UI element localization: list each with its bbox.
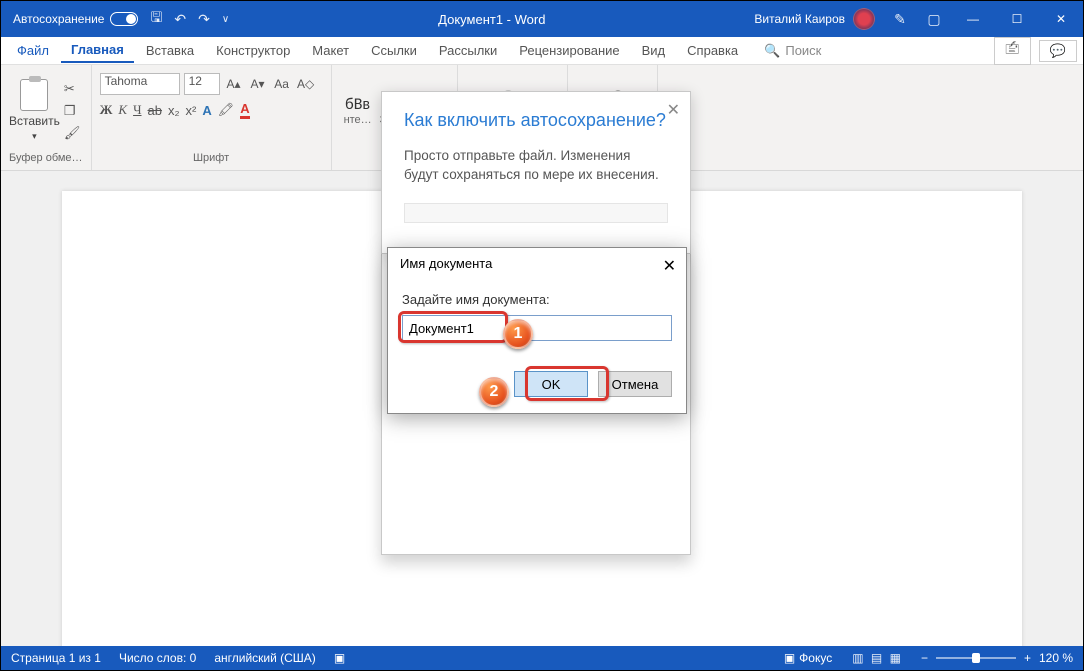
tab-references[interactable]: Ссылки xyxy=(361,39,427,62)
underline-button[interactable]: Ч xyxy=(133,102,141,118)
save-icon[interactable]: 🖫 xyxy=(150,7,162,31)
dialog-label: Задайте имя документа: xyxy=(402,292,672,307)
tab-mailings[interactable]: Рассылки xyxy=(429,39,507,62)
focus-icon: ▣ xyxy=(784,651,795,665)
subscript-button[interactable]: x₂ xyxy=(168,103,180,118)
bold-button[interactable]: Ж xyxy=(100,102,113,118)
callout-title: Как включить автосохранение? xyxy=(404,110,668,131)
status-page[interactable]: Страница 1 из 1 xyxy=(11,651,101,665)
window-controls: ― ☐ ✕ xyxy=(951,1,1083,37)
redo-icon[interactable]: ↷ xyxy=(198,11,210,28)
highlight-icon[interactable]: 🖍 xyxy=(218,102,235,118)
tab-design[interactable]: Конструктор xyxy=(206,39,300,62)
clipboard-icon xyxy=(20,79,48,111)
callout-body: Просто отправьте файл. Изменения будут с… xyxy=(404,147,668,185)
print-layout-icon[interactable]: ▤ xyxy=(871,651,882,665)
read-mode-icon[interactable]: ▥ xyxy=(852,651,863,665)
focus-mode[interactable]: ▣ Фокус xyxy=(784,651,832,665)
maximize-button[interactable]: ☐ xyxy=(995,1,1039,37)
font-name-combo[interactable]: Tahoma xyxy=(100,73,180,95)
status-words[interactable]: Число слов: 0 xyxy=(119,651,196,665)
status-language[interactable]: английский (США) xyxy=(214,651,315,665)
document-name-dialog: Имя документа ✕ Задайте имя документа: O… xyxy=(387,247,687,414)
font-color-icon[interactable]: A xyxy=(240,101,249,119)
zoom-control[interactable]: − + 120 % xyxy=(921,651,1073,665)
annotation-badge-1: 1 xyxy=(503,319,533,349)
paste-label: Вставить xyxy=(9,114,60,128)
paste-button[interactable]: Вставить ▾ xyxy=(9,79,60,142)
group-font: Tahoma 12 A▴ A▾ Aa A◇ Ж К Ч ab x₂ x² A 🖍… xyxy=(92,65,332,170)
superscript-button[interactable]: x² xyxy=(186,103,197,118)
clear-format-icon[interactable]: A◇ xyxy=(296,73,316,95)
chevron-down-icon: ▾ xyxy=(32,131,37,142)
status-bar: Страница 1 из 1 Число слов: 0 английский… xyxy=(1,646,1083,670)
change-case-icon[interactable]: Aa xyxy=(272,73,292,95)
user-name: Виталий Каиров xyxy=(754,12,845,26)
strike-button[interactable]: ab xyxy=(148,103,162,118)
web-layout-icon[interactable]: ▦ xyxy=(890,651,901,665)
close-button[interactable]: ✕ xyxy=(1039,1,1083,37)
zoom-value[interactable]: 120 % xyxy=(1039,651,1073,665)
copy-icon[interactable]: ❐ xyxy=(64,103,81,119)
macro-record-icon[interactable]: ▣ xyxy=(334,651,345,665)
cancel-button[interactable]: Отмена xyxy=(598,371,672,397)
search-icon: 🔍 xyxy=(764,43,780,59)
undo-icon[interactable]: ↶ xyxy=(174,11,186,28)
title-bar: Автосохранение 🖫 ↶ ↷ ∨ Документ1 - Word … xyxy=(1,1,1083,37)
zoom-slider[interactable] xyxy=(936,657,1016,659)
view-switcher: ▥ ▤ ▦ xyxy=(850,651,903,665)
document-title: Документ1 - Word xyxy=(229,12,754,27)
tab-layout[interactable]: Макет xyxy=(302,39,359,62)
user-area[interactable]: Виталий Каиров xyxy=(754,8,883,30)
autosave-toggle-icon[interactable] xyxy=(110,12,138,26)
search-box[interactable]: 🔍 Поиск xyxy=(764,43,821,59)
font-group-label: Шрифт xyxy=(100,152,323,168)
group-clipboard: Вставить ▾ ✂ ❐ 🖌 Буфер обме… xyxy=(1,65,92,170)
tab-insert[interactable]: Вставка xyxy=(136,39,204,62)
ribbon-tabs: Файл Главная Вставка Конструктор Макет С… xyxy=(1,37,1083,65)
comments-button[interactable]: 💬 xyxy=(1039,40,1077,62)
autosave-label: Автосохранение xyxy=(13,12,104,26)
style-normal[interactable]: бВв нте… xyxy=(340,93,376,128)
grow-font-icon[interactable]: A▴ xyxy=(224,73,244,95)
text-effects-icon[interactable]: A xyxy=(202,103,211,118)
shrink-font-icon[interactable]: A▾ xyxy=(248,73,268,95)
format-painter-icon[interactable]: 🖌 xyxy=(64,125,81,141)
zoom-in-icon[interactable]: + xyxy=(1024,651,1031,665)
tools-icon[interactable]: ✎ xyxy=(883,1,917,37)
ok-button[interactable]: OK xyxy=(514,371,588,397)
share-button[interactable]: 🖆 xyxy=(994,37,1031,65)
autosave-callout: ✕ Как включить автосохранение? Просто от… xyxy=(381,91,691,254)
quick-access-toolbar: 🖫 ↶ ↷ ∨ xyxy=(150,7,229,31)
document-name-input[interactable] xyxy=(402,315,672,341)
callout-close-icon[interactable]: ✕ xyxy=(667,100,680,120)
callout-thumbnail xyxy=(404,203,668,223)
annotation-badge-2: 2 xyxy=(479,377,509,407)
search-label: Поиск xyxy=(785,43,821,58)
qat-dropdown-icon[interactable]: ∨ xyxy=(222,14,229,25)
dialog-title: Имя документа xyxy=(400,256,492,276)
autosave-control[interactable]: Автосохранение xyxy=(1,12,138,26)
ribbon-display-icon[interactable]: ▢ xyxy=(917,1,951,37)
minimize-button[interactable]: ― xyxy=(951,1,995,37)
italic-button[interactable]: К xyxy=(118,102,127,118)
tab-review[interactable]: Рецензирование xyxy=(509,39,629,62)
font-size-combo[interactable]: 12 xyxy=(184,73,220,95)
dialog-close-icon[interactable]: ✕ xyxy=(663,256,676,276)
cut-icon[interactable]: ✂ xyxy=(64,81,81,97)
avatar-icon[interactable] xyxy=(853,8,875,30)
tab-help[interactable]: Справка xyxy=(677,39,748,62)
tab-file[interactable]: Файл xyxy=(7,39,59,62)
tab-view[interactable]: Вид xyxy=(632,39,676,62)
clipboard-group-label: Буфер обме… xyxy=(9,152,83,168)
zoom-out-icon[interactable]: − xyxy=(921,651,928,665)
tab-home[interactable]: Главная xyxy=(61,38,134,63)
